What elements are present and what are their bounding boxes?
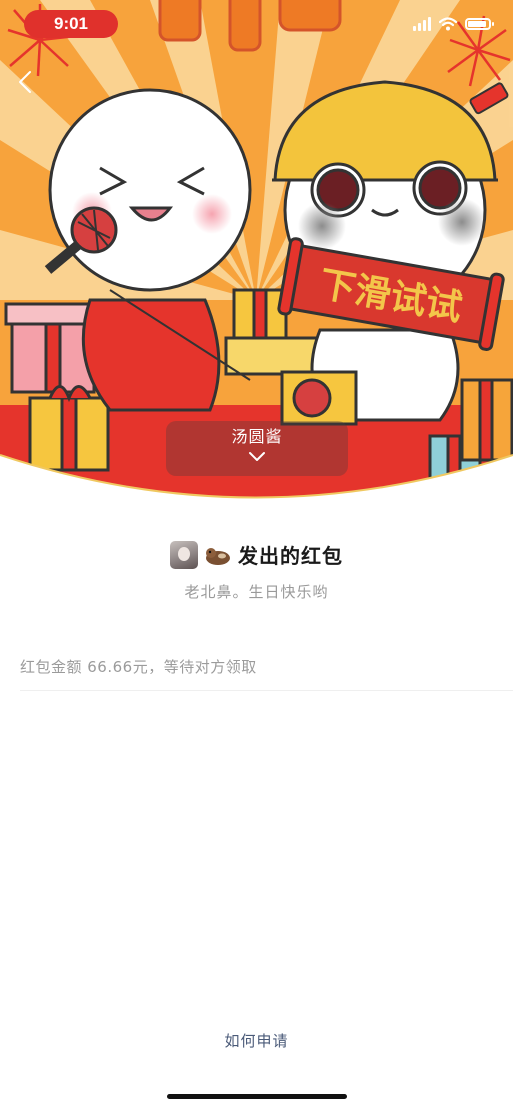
otter-emoji-icon [206, 547, 230, 565]
gift-right-orange [460, 378, 513, 462]
status-icons [413, 14, 494, 34]
battery-icon [465, 18, 494, 30]
cover-sender-name: 汤圆酱 [231, 427, 283, 446]
packet-title-row: 发出的红包 [0, 540, 513, 569]
red-packet-cover: 下滑试试 9:01 汤圆酱 [0, 0, 513, 510]
amount-status: 红包金额 66.66元，等待对方领取 [20, 658, 257, 676]
packet-greeting: 老北鼻。生日快乐哟 [184, 583, 329, 601]
status-time: 9:01 [24, 10, 118, 38]
chevron-down-icon [249, 452, 265, 461]
home-indicator[interactable] [167, 1094, 347, 1099]
packet-title: 发出的红包 [238, 544, 343, 568]
signal-icon [413, 17, 431, 31]
gift-left-yellow [28, 385, 110, 472]
avatar[interactable] [170, 540, 198, 569]
how-to-apply-link[interactable]: 如何申请 [0, 1030, 513, 1051]
red-packet-detail-screen: 下滑试试 9:01 汤圆酱 发出的红包 老北鼻。生日快乐哟 红包金额 66.66… [0, 0, 513, 1110]
divider [20, 690, 513, 691]
cover-sender-chip[interactable]: 汤圆酱 [166, 421, 348, 476]
back-chevron-icon[interactable] [12, 68, 40, 96]
gift-box-mic [280, 370, 358, 426]
wifi-icon [439, 17, 457, 31]
